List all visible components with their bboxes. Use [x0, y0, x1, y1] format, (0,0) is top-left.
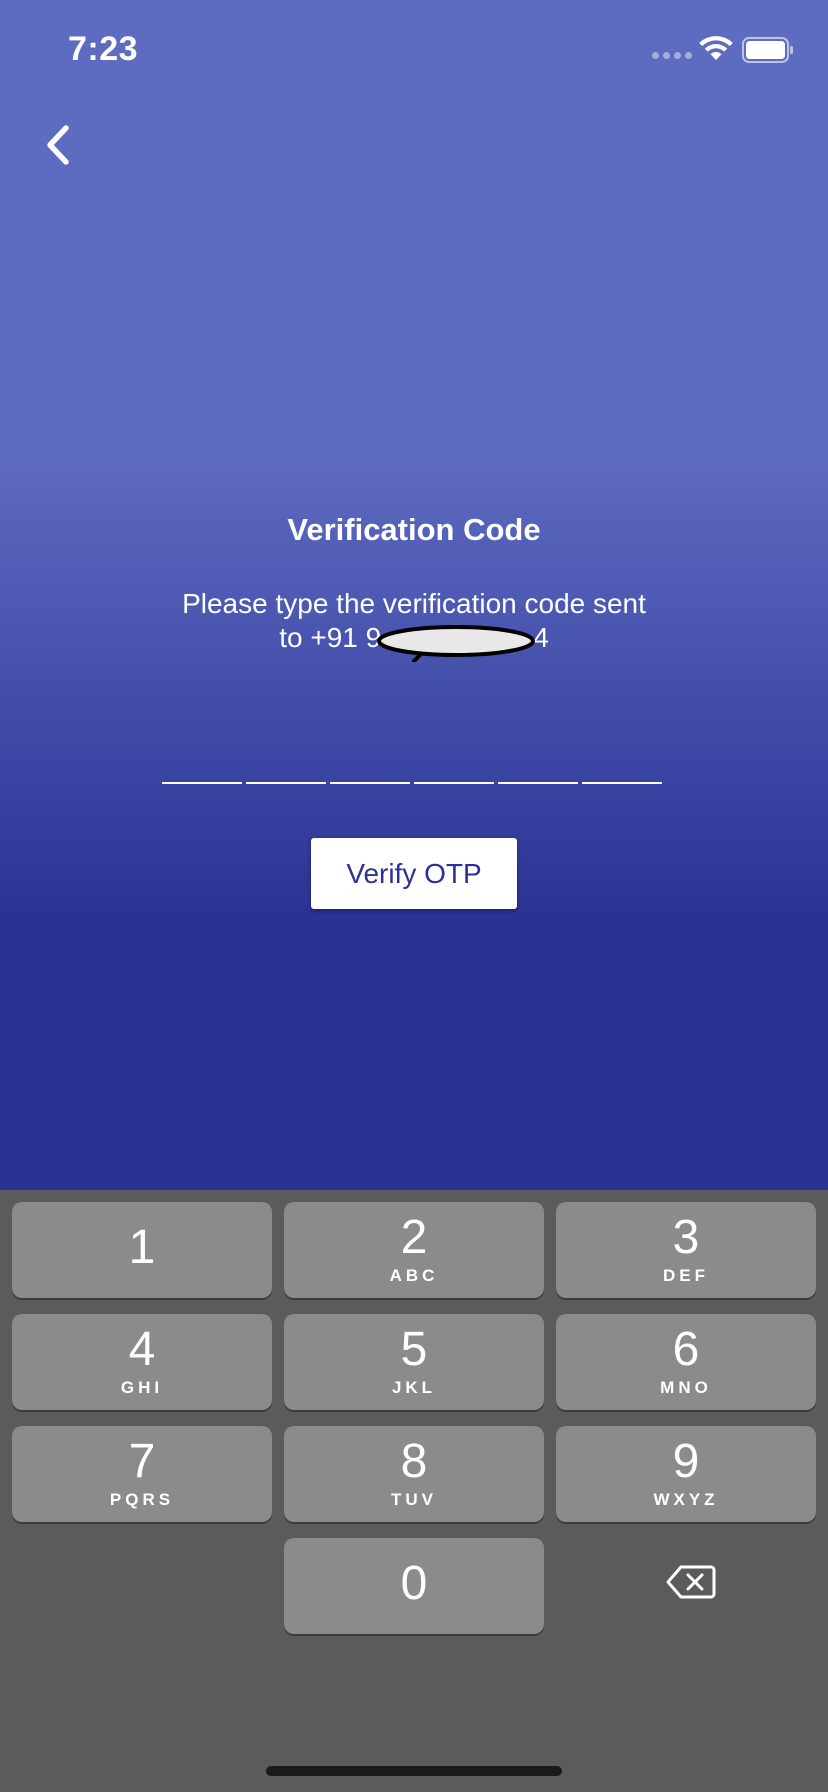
- home-indicator: [266, 1766, 562, 1776]
- key-letters: WXYZ: [653, 1490, 719, 1509]
- key-digit: 7: [128, 1435, 156, 1488]
- key-7[interactable]: 7 PQRS: [12, 1426, 272, 1522]
- verification-screen: 7:23 Verification Code Please type the v…: [0, 0, 828, 1190]
- key-5[interactable]: 5 JKL: [284, 1314, 544, 1410]
- otp-digit-slot[interactable]: [498, 782, 578, 784]
- backspace-icon[interactable]: [666, 1564, 716, 1600]
- back-button[interactable]: [38, 120, 82, 170]
- key-digit: 5: [400, 1323, 428, 1376]
- key-letters: TUV: [391, 1490, 437, 1509]
- redaction-mark: [377, 625, 535, 662]
- key-letters: DEF: [663, 1266, 709, 1285]
- cellular-signal-icon: [652, 52, 692, 59]
- status-time: 7:23: [68, 30, 139, 68]
- instruction-line-1: Please type the verification code sent: [182, 588, 646, 619]
- key-3[interactable]: 3 DEF: [556, 1202, 816, 1298]
- key-letters: GHI: [120, 1378, 164, 1397]
- key-letters: JKL: [391, 1378, 437, 1397]
- key-1[interactable]: 1: [12, 1202, 272, 1298]
- wifi-icon: [699, 36, 733, 60]
- key-letters: ABC: [389, 1266, 439, 1285]
- key-digit: 8: [400, 1435, 428, 1488]
- key-digit: 1: [128, 1221, 156, 1274]
- chevron-left-icon: [47, 125, 69, 165]
- key-letters: PQRS: [109, 1490, 175, 1509]
- key-9[interactable]: 9 WXYZ: [556, 1426, 816, 1522]
- key-digit: 0: [400, 1557, 428, 1610]
- otp-input[interactable]: [162, 782, 662, 784]
- page-title: Verification Code: [287, 512, 541, 547]
- key-2[interactable]: 2 ABC: [284, 1202, 544, 1298]
- key-letters: MNO: [660, 1378, 712, 1397]
- key-0[interactable]: 0: [284, 1538, 544, 1634]
- key-digit: 3: [672, 1211, 700, 1264]
- otp-digit-slot[interactable]: [414, 782, 494, 784]
- key-6[interactable]: 6 MNO: [556, 1314, 816, 1410]
- numeric-keypad: 1 2 ABC 3 DEF 4 GHI 5 JKL 6 MNO 7 PQRS 8…: [0, 1190, 828, 1792]
- verify-otp-button[interactable]: Verify OTP: [311, 838, 517, 909]
- otp-digit-slot[interactable]: [330, 782, 410, 784]
- key-4[interactable]: 4 GHI: [12, 1314, 272, 1410]
- key-digit: 4: [128, 1323, 156, 1376]
- phone-number-prefix: to +91 9: [279, 622, 382, 653]
- otp-digit-slot[interactable]: [246, 782, 326, 784]
- key-digit: 9: [672, 1435, 700, 1488]
- battery-icon: [742, 37, 793, 63]
- key-8[interactable]: 8 TUV: [284, 1426, 544, 1522]
- otp-digit-slot[interactable]: [162, 782, 242, 784]
- key-digit: 2: [400, 1211, 428, 1264]
- otp-digit-slot[interactable]: [582, 782, 662, 784]
- key-digit: 6: [672, 1323, 700, 1376]
